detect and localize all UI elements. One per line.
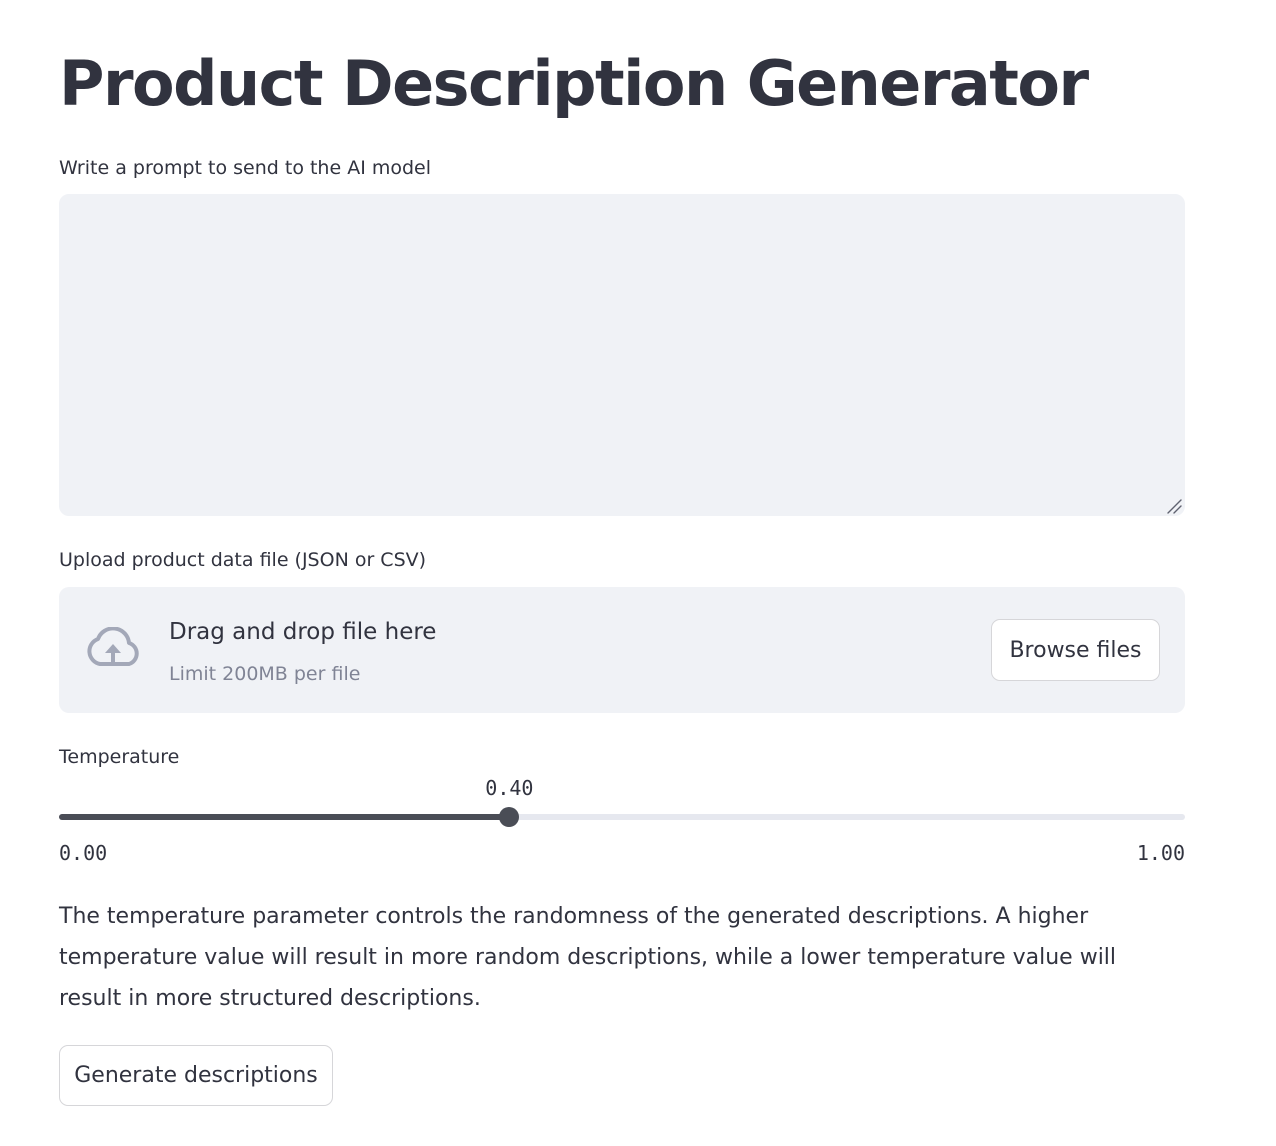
file-size-limit: Limit 200MB per file [169, 663, 361, 685]
slider-current-value: 0.40 [485, 776, 534, 800]
upload-label: Upload product data file (JSON or CSV) [59, 549, 427, 571]
dropzone-title: Drag and drop file here [169, 619, 437, 645]
generate-descriptions-button[interactable]: Generate descriptions [59, 1045, 333, 1106]
slider-min-label: 0.00 [59, 841, 108, 865]
file-dropzone[interactable]: Drag and drop file here Limit 200MB per … [59, 587, 1185, 713]
slider-max-label: 1.00 [1136, 841, 1185, 865]
prompt-label: Write a prompt to send to the AI model [59, 157, 432, 179]
temperature-description: The temperature parameter controls the r… [59, 904, 1117, 1011]
temperature-slider[interactable]: 0.40 [59, 776, 1185, 827]
page-title: Product Description Generator [59, 47, 1089, 120]
browse-files-button[interactable]: Browse files [991, 619, 1160, 681]
slider-thumb[interactable] [499, 807, 520, 827]
textarea-resize-handle[interactable] [1165, 497, 1183, 515]
prompt-textarea[interactable] [59, 194, 1185, 516]
cloud-upload-icon [87, 627, 139, 666]
temperature-label: Temperature [59, 746, 180, 768]
slider-filled-track [59, 814, 510, 820]
